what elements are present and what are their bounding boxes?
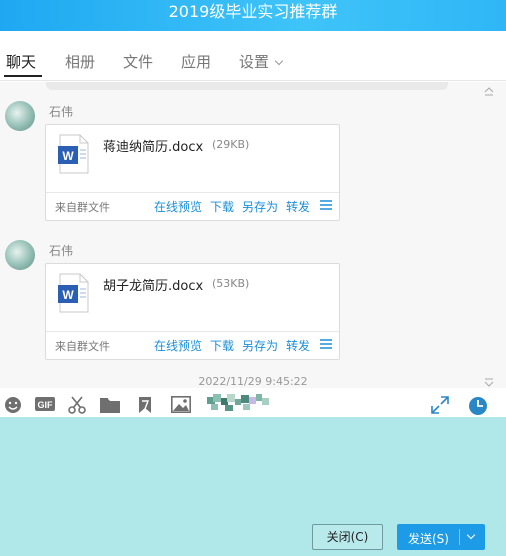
send-button-label: 发送(S) bbox=[408, 532, 449, 546]
scroll-down-icon[interactable] bbox=[484, 378, 494, 388]
svg-text:GIF: GIF bbox=[38, 400, 54, 410]
folder-icon[interactable] bbox=[100, 396, 120, 413]
avatar[interactable] bbox=[5, 240, 35, 270]
history-clock-icon[interactable] bbox=[468, 396, 488, 416]
window-title: 2019级毕业实习推荐群 bbox=[168, 2, 338, 21]
input-toolbar: GIF bbox=[0, 388, 506, 417]
active-tab-indicator bbox=[4, 75, 42, 77]
emoji-icon[interactable] bbox=[4, 396, 22, 414]
forward-link[interactable]: 转发 bbox=[286, 337, 310, 354]
tab-settings[interactable]: 设置 bbox=[239, 51, 284, 72]
file-size: (53KB) bbox=[212, 277, 250, 290]
preview-online-link[interactable]: 在线预览 bbox=[154, 198, 202, 215]
avatar[interactable] bbox=[5, 101, 35, 131]
file-name[interactable]: 蒋迪纳简历.docx bbox=[103, 136, 203, 155]
more-menu-icon[interactable] bbox=[320, 339, 332, 349]
close-button[interactable]: 关闭(C) bbox=[312, 524, 383, 550]
send-button[interactable]: 发送(S) bbox=[397, 524, 485, 550]
collapse-up-icon[interactable] bbox=[484, 86, 494, 96]
chevron-down-icon[interactable] bbox=[466, 530, 476, 540]
divider bbox=[46, 331, 339, 332]
download-link[interactable]: 下载 bbox=[210, 337, 234, 354]
sender-name: 石伟 bbox=[49, 244, 74, 258]
previous-message-bubble bbox=[46, 82, 448, 90]
window-title-bar: 2019级毕业实习推荐群 bbox=[0, 0, 506, 31]
save-as-link[interactable]: 另存为 bbox=[242, 337, 278, 354]
file-source: 来自群文件 bbox=[55, 201, 110, 214]
chevron-down-icon bbox=[274, 56, 284, 66]
download-link[interactable]: 下载 bbox=[210, 198, 234, 215]
more-menu-icon[interactable] bbox=[320, 200, 332, 210]
sticker-icon[interactable] bbox=[207, 394, 271, 416]
file-message-card[interactable]: W 蒋迪纳简历.docx (29KB) 来自群文件 在线预览 下载 另存为 转发 bbox=[45, 124, 340, 221]
svg-text:W: W bbox=[62, 149, 74, 163]
word-document-icon: W bbox=[58, 273, 89, 313]
tab-chat[interactable]: 聊天 bbox=[6, 51, 36, 72]
message-timestamp: 2022/11/29 9:45:22 bbox=[198, 375, 308, 388]
gif-icon[interactable]: GIF bbox=[35, 396, 55, 412]
file-source: 来自群文件 bbox=[55, 340, 110, 353]
bookmark-icon[interactable] bbox=[136, 396, 154, 414]
file-size: (29KB) bbox=[212, 138, 250, 151]
chat-history[interactable]: 石伟 W 蒋迪纳简历.docx (29KB) 来自群文件 在线预览 下载 另存为… bbox=[0, 82, 506, 388]
save-as-link[interactable]: 另存为 bbox=[242, 198, 278, 215]
tab-bar: 聊天 相册 文件 应用 设置 bbox=[0, 31, 506, 81]
sender-name: 石伟 bbox=[49, 105, 74, 119]
file-message-card[interactable]: W 胡子龙简历.docx (53KB) 来自群文件 在线预览 下载 另存为 转发 bbox=[45, 263, 340, 360]
file-name[interactable]: 胡子龙简历.docx bbox=[103, 275, 203, 294]
tab-settings-label: 设置 bbox=[239, 53, 270, 71]
forward-link[interactable]: 转发 bbox=[286, 198, 310, 215]
image-icon[interactable] bbox=[171, 396, 191, 413]
divider bbox=[46, 192, 339, 193]
svg-text:W: W bbox=[62, 288, 74, 302]
tab-apps[interactable]: 应用 bbox=[181, 51, 211, 72]
screenshot-scissors-icon[interactable] bbox=[68, 396, 86, 414]
tab-files[interactable]: 文件 bbox=[123, 51, 153, 72]
tab-album[interactable]: 相册 bbox=[65, 51, 95, 72]
word-document-icon: W bbox=[58, 134, 89, 174]
expand-icon[interactable] bbox=[431, 396, 449, 414]
send-button-divider bbox=[459, 529, 460, 545]
preview-online-link[interactable]: 在线预览 bbox=[154, 337, 202, 354]
